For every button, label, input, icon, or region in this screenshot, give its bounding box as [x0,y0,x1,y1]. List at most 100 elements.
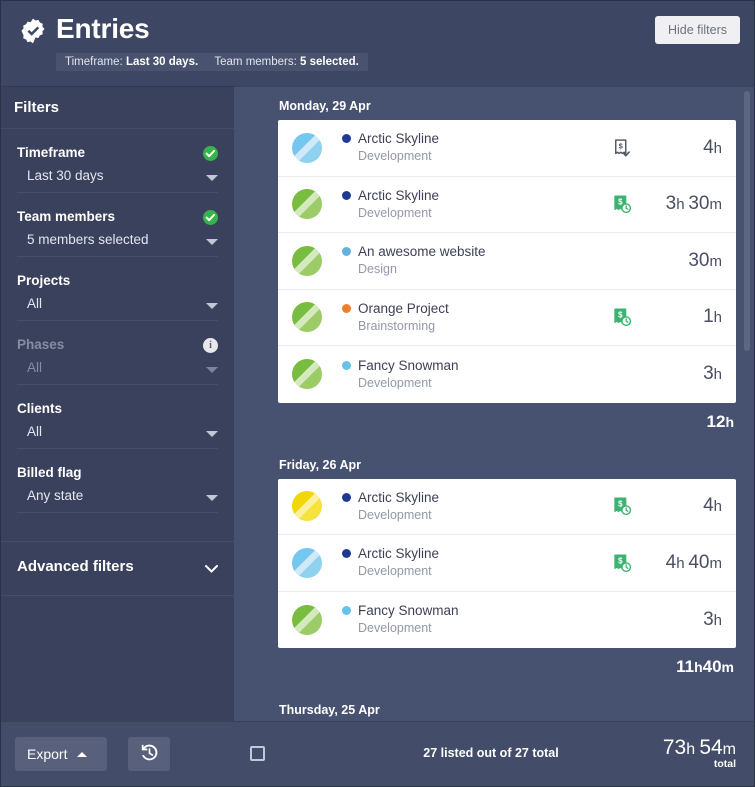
filters-sidebar: Filters Timeframe Last 30 days Team member… [1,86,234,723]
entry-text: An awesome website Design [342,244,612,277]
filter-group-clients[interactable]: Clients All [1,385,234,449]
caret-down-icon[interactable] [206,175,218,181]
task-name: Development [358,507,432,522]
filter-label: Timeframe [17,145,86,160]
advanced-filters-toggle[interactable]: Advanced filters [1,541,234,591]
day-total: 11h40m [676,657,734,676]
filters-title: Filters [14,99,60,116]
summary-team-value: 5 selected. [300,56,359,68]
filter-label: Phases [17,337,65,352]
select-all-checkbox[interactable] [250,746,265,761]
project-name: Arctic Skyline [358,546,440,562]
billable-receipt-clock-icon[interactable]: $ [612,496,632,516]
entry-text: Orange Project Brainstorming [342,301,612,334]
caret-down-icon[interactable] [206,431,218,437]
caret-down-icon[interactable] [206,239,218,245]
entry-text: Arctic Skyline Development [342,490,612,523]
filter-group-billed-flag[interactable]: Billed flag Any state [1,449,234,513]
task-name: Design [358,262,397,277]
chevron-down-icon [205,560,218,573]
project-color-dot [342,492,351,502]
day-group: Friday, 26 Apr Arctic Skyline Development $… [234,446,754,692]
day-date-label: Monday, 29 Apr [279,99,371,113]
entry-row[interactable]: Fancy Snowman Development 3h [278,346,736,403]
svg-text:$: $ [619,141,624,150]
entry-text: Arctic Skyline Development [342,188,612,221]
export-button[interactable]: Export [15,737,107,771]
entry-text: Fancy Snowman Development [342,358,612,391]
entry-row[interactable]: Arctic Skyline Development $4h 40m [278,535,736,592]
billable-receipt-clock-icon[interactable]: $ [612,194,632,214]
filter-active-check-icon [203,146,218,161]
filter-group-team-members[interactable]: Team members 5 members selected [1,193,234,257]
filter-label: Projects [17,273,71,288]
entry-row[interactable]: Arctic Skyline Development $4h [278,479,736,535]
entry-row[interactable]: An awesome website Design 30m [278,233,736,290]
grand-total-hours: 73 [662,736,687,759]
project-line: An awesome website [342,244,612,259]
history-button[interactable] [128,737,170,771]
billable-receipt-clock-icon[interactable]: $ [612,307,632,327]
scrollbar-thumb[interactable] [744,91,750,351]
filter-value[interactable]: All [17,416,218,449]
entries-card: Arctic Skyline Development $4h Arctic Skyli… [278,478,736,649]
entry-text: Fancy Snowman Development [342,603,612,636]
entry-duration: 4h [703,136,722,158]
entries-list-panel[interactable]: Monday, 29 Apr Arctic Skyline Development $… [234,86,754,723]
day-group: Monday, 29 Apr Arctic Skyline Development $… [234,87,754,446]
listed-count-label: 27 listed out of 27 total [423,746,559,760]
billed-receipt-check-icon[interactable]: $ [612,138,632,158]
grand-total-mins-unit: m [722,741,736,758]
entries-app: Entries Timeframe: Last 30 days. Team me… [0,0,755,787]
avatar [292,245,322,276]
avatar [292,189,322,220]
caret-down-icon[interactable] [206,303,218,309]
filter-label: Team members [17,209,116,224]
avatar [292,491,322,522]
filter-value[interactable]: Any state [17,480,218,513]
page-title: Entries [56,13,150,44]
day-group: Thursday, 25 Apr [234,691,754,723]
filter-group-projects[interactable]: Projects All [1,257,234,321]
entry-duration: 30m [688,249,722,271]
caret-down-icon[interactable] [206,495,218,501]
task-name: Development [358,149,432,164]
day-date-label: Friday, 26 Apr [279,457,361,472]
day-total: 12h [706,411,734,431]
filter-value[interactable]: Last 30 days [17,160,218,193]
entry-text: Arctic Skyline Development [342,131,612,164]
project-color-dot [342,134,351,144]
info-icon[interactable]: i [203,338,218,353]
billable-receipt-clock-icon[interactable]: $ [612,553,632,573]
filter-value[interactable]: All [17,352,218,385]
project-line: Arctic Skyline [342,131,612,146]
badge-check-icon [19,17,47,45]
entry-row[interactable]: Orange Project Brainstorming $1h [278,290,736,346]
entry-row[interactable]: Arctic Skyline Development $3h 30m [278,177,736,233]
entry-duration: 3h [703,363,722,385]
entry-duration: 4h 40m [665,551,722,573]
hide-filters-button[interactable]: Hide filters [654,16,740,44]
filter-list: Timeframe Last 30 days Team members 5 membe… [1,129,234,513]
entry-row[interactable]: Fancy Snowman Development 3h [278,592,736,649]
filter-group-phases[interactable]: Phases All i [1,321,234,385]
filter-value[interactable]: All [17,288,218,321]
footer-bar: Export 27 listed out of 27 total 73h 54m… [1,721,754,786]
day-groups: Monday, 29 Apr Arctic Skyline Development $… [234,87,754,723]
project-line: Arctic Skyline [342,546,612,561]
filter-value[interactable]: 5 members selected [17,224,218,257]
project-name: Fancy Snowman [358,357,459,373]
task-name: Development [358,375,432,390]
entry-duration: 4h [703,495,722,517]
project-name: An awesome website [358,244,486,260]
task-name: Development [358,564,432,579]
project-color-dot [342,606,351,616]
scrollbar-track[interactable] [744,87,752,723]
entry-row[interactable]: Arctic Skyline Development $4h [278,120,736,177]
entry-duration: 1h [703,306,722,328]
avatar [292,604,322,635]
history-clock-icon [139,742,160,766]
project-line: Arctic Skyline [342,490,612,505]
caret-down-icon[interactable] [206,367,218,373]
filter-group-timeframe[interactable]: Timeframe Last 30 days [1,129,234,193]
